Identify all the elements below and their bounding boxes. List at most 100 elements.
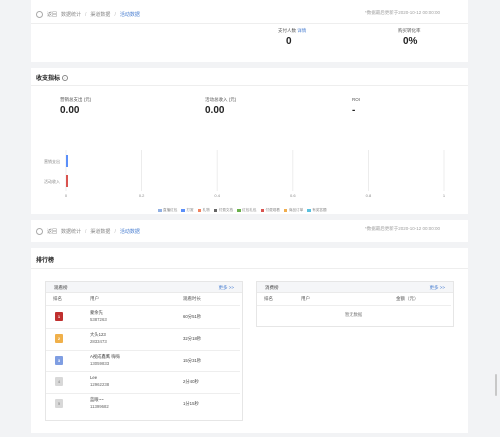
back-icon[interactable] <box>36 228 43 235</box>
roi-value: - <box>352 105 356 116</box>
crumb-channel[interactable]: 渠道数据 <box>90 11 110 18</box>
updated-time-bottom: *数据最后更新于2020-10-12 00:00:00 <box>365 226 441 231</box>
legend-label: 商品订单 <box>288 208 304 212</box>
watch-ranking-card: 观看榜 更多 >> <box>45 281 243 421</box>
bar-baseline-marker <box>66 155 68 167</box>
table-row-divider <box>46 371 240 373</box>
back-icon[interactable] <box>36 11 43 18</box>
legend-swatch <box>260 209 264 212</box>
finance-chart: 0 0.2 0.4 0.6 0.8 1 营销支出活动收入 <box>44 150 446 198</box>
watch-duration: 2分40秒 <box>183 379 199 385</box>
table-row-divider <box>46 349 240 351</box>
y-category-label: 活动收入 <box>44 178 60 184</box>
rank-medal-icon: 5 <box>55 399 63 409</box>
user-id: 11399682 <box>90 404 109 410</box>
crumb-channel[interactable]: 渠道数据 <box>90 228 110 235</box>
payers-label: 支付人数 详情 <box>278 28 307 33</box>
legend-label: 付费文档 <box>218 208 234 212</box>
breadcrumb-bottom: 返回 数据统计 / 渠道数据 / 活动数据 <box>36 228 140 235</box>
rank-medal-icon: 1 <box>55 312 63 321</box>
user-id: 2833473 <box>90 338 107 344</box>
legend-item[interactable]: 付费文档 <box>213 208 234 213</box>
legend-label: 礼物 <box>202 208 210 212</box>
bar-baseline-marker <box>66 175 68 187</box>
watch-col-rank: 排名 <box>53 296 62 301</box>
legend-label: 直播红包 <box>163 208 178 212</box>
spend-header-line <box>257 305 451 306</box>
x-tick-label: 0.6 <box>290 193 296 198</box>
watch-duration: 15分31秒 <box>183 357 202 363</box>
user-name: 大头123 <box>90 331 106 337</box>
legend-item[interactable]: 商品订单 <box>283 208 304 213</box>
legend-item[interactable]: 打赏 <box>181 208 194 213</box>
back-link[interactable]: 返回 <box>47 11 57 18</box>
spend-col-user: 用户 <box>301 296 310 301</box>
legend-swatch <box>197 209 202 212</box>
rank-medal-icon: 4 <box>55 377 63 387</box>
table-row-divider <box>46 393 240 395</box>
crumb-stats[interactable]: 数据统计 <box>61 11 81 18</box>
payers-detail-link[interactable]: 详情 <box>297 28 306 33</box>
legend-item[interactable]: 礼物 <box>197 208 210 213</box>
x-tick-label: 0.2 <box>139 193 145 198</box>
finance-divider <box>31 85 468 86</box>
spend-more-link[interactable]: 更多 >> <box>429 285 445 291</box>
spend-card-title: 消费榜 <box>265 285 279 290</box>
user-name: 蓝眼~~ <box>90 397 104 403</box>
legend-item[interactable]: 红包礼包 <box>237 208 257 213</box>
watch-header-line <box>46 305 240 306</box>
legend-label: 有奖答题 <box>312 208 327 212</box>
watch-duration: 1分15秒 <box>183 401 199 407</box>
legend-item[interactable]: 付费观看 <box>260 208 280 213</box>
watch-card-header: 观看榜 更多 >> <box>46 282 242 293</box>
legend-swatch <box>181 209 185 212</box>
watch-more-link[interactable]: 更多 >> <box>218 285 234 291</box>
legend-swatch <box>283 209 288 212</box>
x-tick-label: 0 <box>65 193 68 198</box>
watch-duration: 32分18秒 <box>183 335 202 341</box>
y-category-label: 营销支出 <box>44 158 60 164</box>
payers-value: 0 <box>286 36 292 47</box>
crumb-activity: 活动数据 <box>119 229 140 235</box>
watch-col-duration: 观看时长 <box>183 296 201 301</box>
legend-item[interactable]: 直播红包 <box>158 208 177 213</box>
rank-medal-icon: 3 <box>55 355 63 365</box>
legend-label: 付费观看 <box>265 208 280 212</box>
spend-card-header: 消费榜 更多 >> <box>257 282 453 293</box>
legend-swatch <box>213 209 218 212</box>
updated-time: *数据最后更新于2020-10-12 00:00:00 <box>365 10 441 15</box>
x-tick-label: 0.8 <box>366 193 372 198</box>
crumb-activity: 活动数据 <box>119 12 140 18</box>
cost-value: 0.00 <box>60 105 80 116</box>
legend-swatch <box>237 209 241 212</box>
roi-label: ROI <box>352 97 361 102</box>
rank-medal-icon: 2 <box>55 333 63 343</box>
header-divider <box>31 23 468 24</box>
user-name: A视成鑫鹰 嗨嗨 <box>90 353 120 359</box>
conversion-value: 0% <box>403 36 418 47</box>
ranking-divider <box>31 268 468 269</box>
legend-swatch <box>307 209 311 212</box>
income-value: 0.00 <box>205 105 225 116</box>
spend-col-amount: 金额（元） <box>396 296 419 301</box>
legend-item[interactable]: 有奖答题 <box>307 208 327 213</box>
spend-col-rank: 排名 <box>264 296 273 301</box>
x-tick-label: 1 <box>443 193 446 198</box>
page-scrollbar[interactable] <box>495 374 497 396</box>
table-row-divider <box>46 327 240 329</box>
user-id: 12962238 <box>90 382 110 388</box>
back-link[interactable]: 返回 <box>47 228 57 235</box>
legend-swatch <box>158 209 162 212</box>
chart-legend: 直播红包 打赏 礼物 付费文档 红包礼包 付费观看 商品订单 有奖答题 <box>158 208 327 213</box>
crumb-stats[interactable]: 数据统计 <box>61 228 81 235</box>
watch-col-user: 用户 <box>90 296 99 301</box>
legend-label: 打赏 <box>186 208 194 212</box>
user-name: Lee <box>90 375 98 381</box>
cost-label: 营销总支出 (元) <box>60 97 92 102</box>
finance-title: 收支指标 i <box>36 73 69 82</box>
watch-card-title: 观看榜 <box>54 285 68 290</box>
x-tick-label: 0.4 <box>214 193 220 198</box>
info-icon[interactable]: i <box>62 74 69 81</box>
spend-empty-text: 暂无数据 <box>345 312 363 317</box>
legend-label: 红包礼包 <box>242 208 257 212</box>
